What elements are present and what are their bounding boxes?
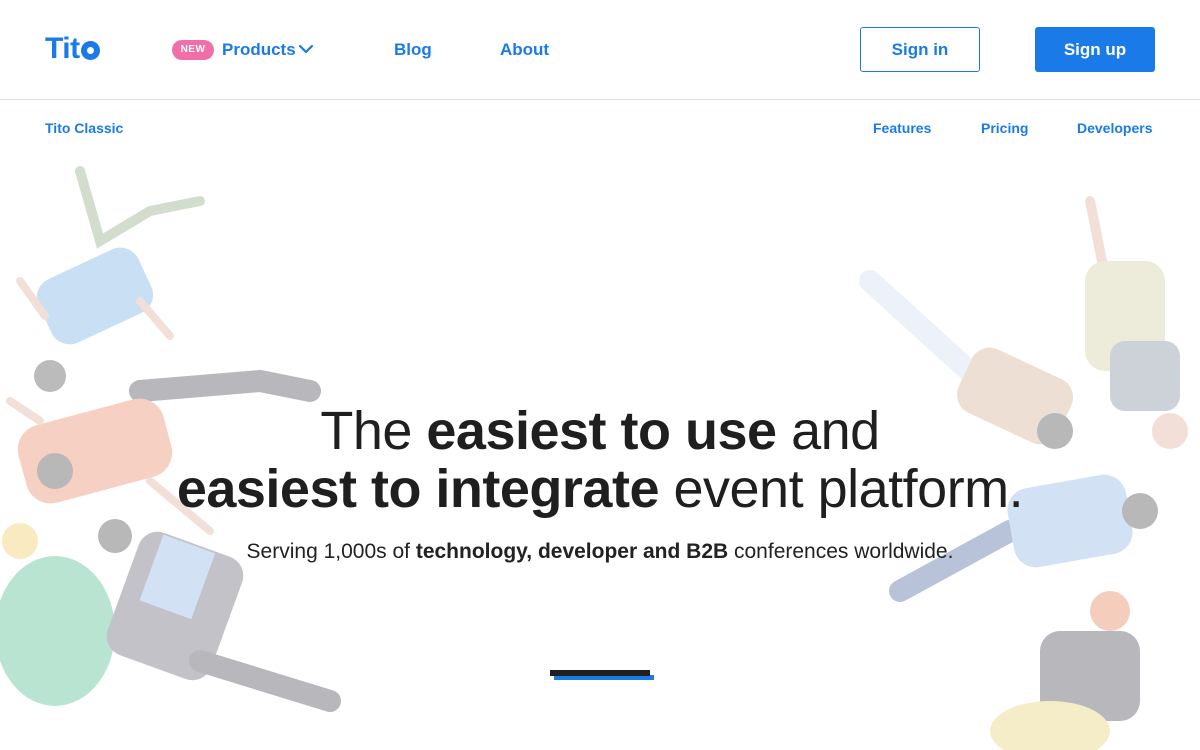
sign-up-button[interactable]: Sign up <box>1035 27 1155 72</box>
headline-line1-pre: The <box>320 401 427 461</box>
nav-blog[interactable]: Blog <box>394 40 432 60</box>
subnav-features[interactable]: Features <box>873 120 931 136</box>
hero-section: The easiest to use and easiest to integr… <box>0 402 1200 564</box>
subline-bold: technology, developer and B2B <box>415 540 729 563</box>
person-top-left <box>16 166 205 392</box>
subline-pre: Serving 1,000s of <box>246 540 416 563</box>
headline-line2-bold: easiest to integrate <box>176 459 660 519</box>
subnav-developers[interactable]: Developers <box>1077 120 1152 136</box>
logo-text: Tit <box>45 32 80 65</box>
subnav-pricing[interactable]: Pricing <box>981 120 1028 136</box>
headline-line2-post: event platform. <box>658 459 1024 519</box>
top-navigation-bar: Tit NEW Products Blog About Sign in Sign… <box>0 0 1200 100</box>
hero-subheadline: Serving 1,000s of technology, developer … <box>0 540 1200 564</box>
subnav-tito-classic[interactable]: Tito Classic <box>45 120 123 136</box>
decorative-underline-dark <box>550 670 650 676</box>
new-badge: NEW <box>172 40 214 60</box>
headline-line1-post: and <box>776 401 880 461</box>
chevron-down-icon[interactable] <box>298 43 314 55</box>
subline-post: conferences worldwide. <box>728 540 954 563</box>
headline-line1-bold: easiest to use <box>426 401 777 461</box>
hero-headline: The easiest to use and easiest to integr… <box>0 402 1200 518</box>
logo-o-dot-icon <box>80 41 100 60</box>
nav-products[interactable]: Products <box>222 40 296 60</box>
tito-logo[interactable]: Tit <box>45 32 100 66</box>
sign-in-button[interactable]: Sign in <box>860 27 980 72</box>
nav-about[interactable]: About <box>500 40 549 60</box>
